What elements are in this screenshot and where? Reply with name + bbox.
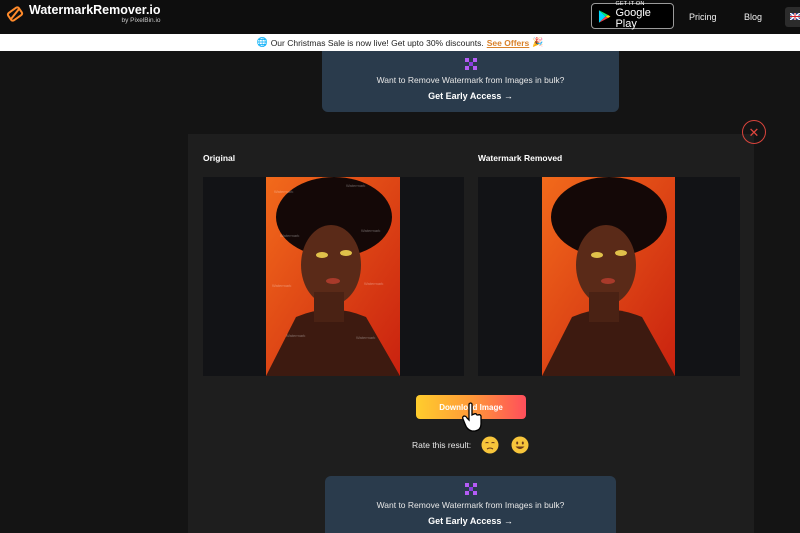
close-button[interactable]: ✕ <box>742 120 766 144</box>
get-early-access-link[interactable]: Get Early Access → <box>325 516 616 526</box>
logo-icon <box>6 6 24 22</box>
close-icon: ✕ <box>748 124 760 140</box>
top-header: WatermarkRemover.io by PixelBin.io GET I… <box>0 0 800 34</box>
svg-text:Watermark: Watermark <box>272 283 291 288</box>
watermark-removed-image <box>542 177 675 376</box>
logo-subtitle: by PixelBin.io <box>121 16 161 24</box>
hand-cursor-icon <box>462 402 482 432</box>
party-popper-icon: 🎉 <box>532 37 544 47</box>
watermark-removed-image-frame <box>478 177 740 376</box>
rate-result-label: Rate this result: <box>412 440 472 450</box>
google-play-label: Google Play <box>615 7 651 31</box>
uk-flag-icon <box>790 13 800 20</box>
svg-text:Watermark: Watermark <box>280 233 299 238</box>
language-selector[interactable] <box>785 7 800 27</box>
svg-text:Watermark: Watermark <box>361 228 380 233</box>
nav-pricing[interactable]: Pricing <box>689 12 717 22</box>
logo-link[interactable]: WatermarkRemover.io by PixelBin.io <box>6 4 161 24</box>
pixelbin-icon <box>464 58 477 70</box>
unhappy-face-icon[interactable] <box>481 436 499 454</box>
promo-text: Our Christmas Sale is now live! Get upto… <box>270 37 484 48</box>
nav-blog[interactable]: Blog <box>744 12 762 22</box>
promo-banner: 🌐 Our Christmas Sale is now live! Get up… <box>0 34 800 51</box>
watermark-removed-label: Watermark Removed <box>478 153 563 163</box>
get-early-access-link[interactable]: Get Early Access → <box>322 91 619 101</box>
early-access-text: Want to Remove Watermark from Images in … <box>376 500 565 510</box>
svg-text:Watermark: Watermark <box>274 189 293 194</box>
svg-text:Watermark: Watermark <box>356 335 375 340</box>
early-access-card-bottom: Want to Remove Watermark from Images in … <box>325 476 616 533</box>
svg-text:Watermark: Watermark <box>364 281 383 286</box>
original-image: Watermark Watermark Watermark Watermark Wa… <box>266 177 400 376</box>
svg-text:Watermark: Watermark <box>286 333 305 338</box>
google-play-button[interactable]: GET IT ON Google Play <box>591 1 674 31</box>
early-access-text: Want to Remove Watermark from Images in … <box>376 75 565 85</box>
happy-face-icon[interactable] <box>511 436 529 454</box>
logo-title: WatermarkRemover.io <box>29 3 161 17</box>
svg-text:Watermark: Watermark <box>346 183 365 188</box>
pixelbin-icon <box>464 483 477 495</box>
original-label: Original <box>203 153 236 163</box>
google-play-icon <box>598 9 611 23</box>
early-access-card-top: Want to Remove Watermark from Images in … <box>322 51 619 112</box>
original-image-frame: Watermark Watermark Watermark Watermark Wa… <box>203 177 464 376</box>
see-offers-link[interactable]: See Offers <box>487 38 530 48</box>
globe-icon: 🌐 <box>256 37 268 47</box>
